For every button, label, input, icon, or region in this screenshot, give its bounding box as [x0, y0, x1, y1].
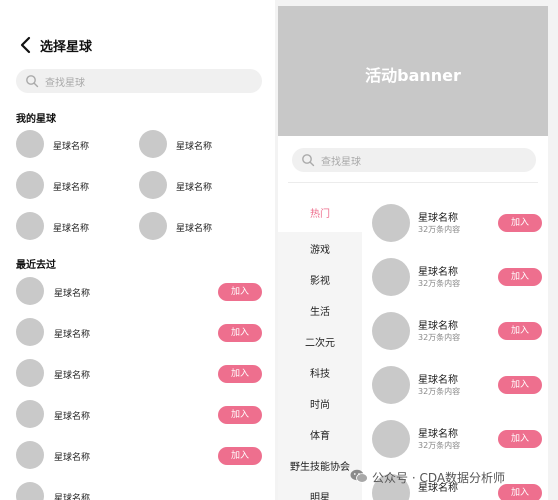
- my-planet-item[interactable]: 星球名称: [139, 171, 259, 201]
- recent-title: 最近去过: [16, 260, 56, 271]
- category-film[interactable]: 影视: [278, 272, 362, 287]
- my-planets-title: 我的星球: [16, 114, 56, 125]
- planet-post-count: 32万条内容: [418, 225, 461, 234]
- planet-avatar: [16, 171, 44, 199]
- planet-name: 星球名称: [176, 142, 213, 152]
- planet-avatar: [16, 400, 44, 428]
- planet-post-count: 32万条内容: [418, 333, 461, 342]
- planet-name: 星球名称: [418, 321, 458, 332]
- my-planet-item[interactable]: 星球名称: [139, 130, 259, 160]
- recent-planet-row[interactable]: 星球名称 加入: [16, 400, 262, 430]
- category-life[interactable]: 生活: [278, 303, 362, 318]
- watermark-text: 公众号 · CDA数据分析师: [372, 471, 506, 485]
- recent-planet-row[interactable]: 星球名称 加入: [16, 441, 262, 471]
- join-button[interactable]: 加入: [498, 322, 542, 340]
- search-icon: [302, 154, 315, 167]
- join-button[interactable]: 加入: [218, 365, 262, 383]
- planet-avatar: [139, 212, 167, 240]
- search-input[interactable]: 查找星球: [16, 69, 262, 93]
- planet-avatar: [16, 482, 44, 500]
- category-games[interactable]: 游戏: [278, 241, 362, 256]
- join-button[interactable]: 加入: [498, 376, 542, 394]
- join-button[interactable]: 加入: [218, 406, 262, 424]
- planet-name: 星球名称: [176, 183, 213, 193]
- activity-banner[interactable]: 活动banner: [278, 6, 548, 136]
- planet-name: 星球名称: [54, 289, 91, 299]
- planet-avatar: [16, 359, 44, 387]
- planet-avatar: [372, 312, 410, 350]
- planet-name: 星球名称: [176, 224, 213, 234]
- join-button[interactable]: 加入: [498, 214, 542, 232]
- search-placeholder: 查找星球: [45, 78, 85, 89]
- planet-avatar: [16, 212, 44, 240]
- planet-name: 星球名称: [54, 371, 91, 381]
- wechat-icon: [350, 469, 368, 483]
- search-input[interactable]: 查找星球: [292, 148, 536, 172]
- planet-name: 星球名称: [54, 494, 91, 500]
- recent-planet-row[interactable]: 星球名称 加入: [16, 359, 262, 389]
- recent-planet-row[interactable]: 星球名称 加入: [16, 318, 262, 348]
- recent-planet-row[interactable]: 星球名称 加入: [16, 277, 262, 307]
- planet-post-count: 32万条内容: [418, 441, 461, 450]
- category-hot[interactable]: 热门: [278, 205, 362, 220]
- planet-avatar: [372, 366, 410, 404]
- join-button[interactable]: 加入: [498, 430, 542, 448]
- planet-select-screen: 选择星球 查找星球 我的星球 星球名称 星球名称 星球名称 星球名称 星球名称 …: [0, 0, 275, 500]
- top-bar: 选择星球: [0, 30, 275, 60]
- planet-avatar: [139, 171, 167, 199]
- planet-avatar: [139, 130, 167, 158]
- planet-avatar: [16, 318, 44, 346]
- planet-name: 星球名称: [53, 142, 90, 152]
- recent-planet-row[interactable]: 星球名称: [16, 482, 262, 500]
- chevron-left-icon[interactable]: [16, 35, 36, 55]
- my-planet-item[interactable]: 星球名称: [16, 212, 136, 242]
- planet-post-count: 32万条内容: [418, 387, 461, 396]
- planet-avatar: [372, 204, 410, 242]
- planet-name: 星球名称: [54, 453, 91, 463]
- planet-avatar: [372, 258, 410, 296]
- planet-list-item[interactable]: 星球名称 32万条内容 加入: [372, 204, 542, 244]
- planet-name: 星球名称: [54, 330, 91, 340]
- join-button[interactable]: 加入: [498, 268, 542, 286]
- planet-list-item[interactable]: 星球名称 32万条内容 加入: [372, 258, 542, 298]
- category-acg[interactable]: 二次元: [278, 334, 362, 349]
- planet-list-item[interactable]: 星球名称 32万条内容 加入: [372, 420, 542, 460]
- search-icon: [26, 75, 39, 88]
- planet-name: 星球名称: [54, 412, 91, 422]
- planet-list-item[interactable]: 星球名称 32万条内容 加入: [372, 366, 542, 406]
- search-placeholder: 查找星球: [321, 157, 361, 168]
- join-button[interactable]: 加入: [218, 324, 262, 342]
- join-button[interactable]: 加入: [218, 447, 262, 465]
- category-fashion[interactable]: 时尚: [278, 396, 362, 411]
- planet-discover-screen: 活动banner 查找星球 热门 游戏 影视 生活 二次元 科技 时尚 体育 野…: [278, 6, 548, 500]
- divider: [288, 182, 538, 183]
- my-planet-item[interactable]: 星球名称: [16, 130, 136, 160]
- planet-post-count: 32万条内容: [418, 279, 461, 288]
- category-tech[interactable]: 科技: [278, 365, 362, 380]
- planet-name: 星球名称: [418, 375, 458, 386]
- planet-name: 星球名称: [418, 267, 458, 278]
- banner-text: 活动banner: [365, 66, 461, 85]
- planet-name: 星球名称: [53, 183, 90, 193]
- my-planet-item[interactable]: 星球名称: [139, 212, 259, 242]
- category-sports[interactable]: 体育: [278, 427, 362, 442]
- planet-name: 星球名称: [53, 224, 90, 234]
- page-title: 选择星球: [40, 40, 93, 55]
- planet-avatar: [16, 277, 44, 305]
- planet-avatar: [372, 420, 410, 458]
- join-button[interactable]: 加入: [218, 283, 262, 301]
- planet-list-item[interactable]: 星球名称 32万条内容 加入: [372, 312, 542, 352]
- my-planet-item[interactable]: 星球名称: [16, 171, 136, 201]
- planet-avatar: [16, 441, 44, 469]
- planet-name: 星球名称: [418, 213, 458, 224]
- planet-name: 星球名称: [418, 429, 458, 440]
- category-stars[interactable]: 明星: [278, 489, 362, 500]
- join-button[interactable]: 加入: [498, 484, 542, 500]
- category-sidebar: 热门 游戏 影视 生活 二次元 科技 时尚 体育 野生技能协会 明星: [278, 192, 362, 500]
- planet-avatar: [16, 130, 44, 158]
